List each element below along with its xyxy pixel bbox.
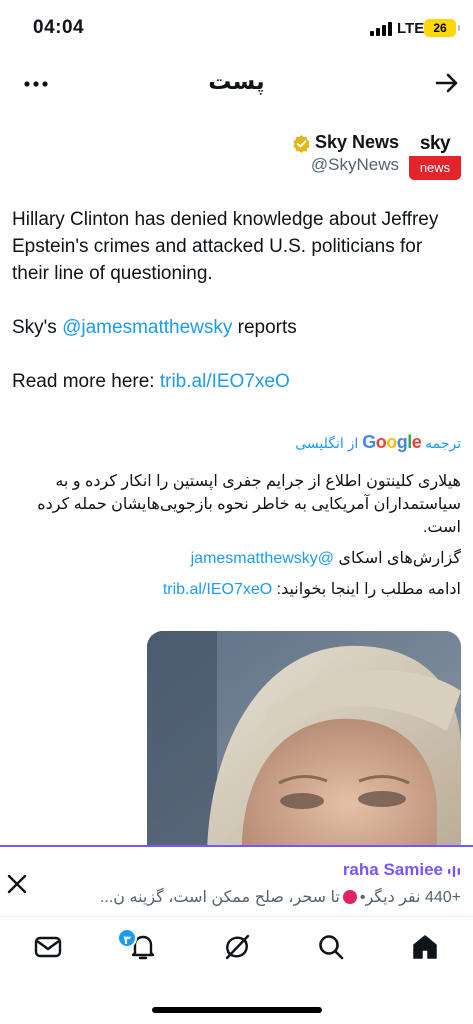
tweet-body: Hillary Clinton has denied knowledge abo…: [12, 206, 452, 422]
translated-article-link[interactable]: trib.al/IEO7xeO: [163, 581, 272, 598]
audio-wave-icon: [448, 866, 460, 877]
close-icon[interactable]: [6, 873, 28, 895]
translated-paragraph-2: گزارش‌های اسکای @jamesmatthewsky: [190, 550, 461, 567]
author-handle: @SkyNews: [310, 155, 399, 174]
status-bar: 04:04 LTE 26: [0, 0, 473, 56]
tweet-image[interactable]: [147, 631, 461, 861]
avatar-logo-top: sky: [409, 132, 461, 156]
messages-icon[interactable]: [33, 932, 63, 962]
translated-paragraph-3: ادامه مطلب را اینجا بخوانید: trib.al/IEO…: [162, 581, 461, 598]
home-indicator: [152, 1007, 322, 1013]
header: پست: [0, 56, 473, 112]
google-logo: Google: [362, 432, 422, 452]
translated-paragraph-1: هیلاری کلینتون اطلاع از جرایم جفری اپستی…: [37, 473, 461, 536]
bottom-nav: ۳: [0, 918, 473, 980]
verified-badge-icon: [293, 134, 310, 153]
grok-icon[interactable]: [222, 932, 252, 962]
article-link[interactable]: trib.al/IEO7xeO: [160, 371, 290, 392]
tweet-text: Sky's: [12, 317, 63, 338]
back-arrow-icon[interactable]: [434, 70, 460, 96]
space-host-name: raha Samiee: [342, 860, 443, 879]
mention-link[interactable]: @jamesmatthewsky: [62, 317, 232, 338]
translated-mention-link[interactable]: @jamesmatthewsky: [191, 550, 334, 567]
translate-label: ترجمه: [425, 435, 461, 451]
network-label: LTE: [397, 20, 425, 37]
live-space-bar[interactable]: raha Samiee +440 نفر دیگر•تا سحر، صلح مم…: [0, 845, 473, 917]
tweet-text: reports: [232, 317, 297, 338]
tweet-paragraph-1: Hillary Clinton has denied knowledge abo…: [12, 209, 439, 284]
photo-illustration: [147, 631, 461, 861]
status-time: 04:04: [33, 17, 85, 38]
avatar[interactable]: sky news: [409, 132, 461, 180]
red-circle-icon: [342, 890, 357, 904]
page-title: پست: [208, 68, 265, 94]
translate-source-label: از انگلیسی: [295, 435, 359, 451]
space-description: +440 نفر دیگر•تا سحر، صلح ممکن است، گزین…: [99, 889, 461, 906]
battery-icon: 26: [424, 19, 460, 37]
tweet-text: Read more here:: [12, 371, 160, 392]
tweet-author[interactable]: sky news Sky News @SkyNews: [0, 128, 473, 182]
tweet-paragraph-3: Read more here: trib.al/IEO7xeO: [12, 368, 452, 395]
tweet-paragraph-2: Sky's @jamesmatthewsky reports: [12, 314, 452, 341]
notifications-badge: ۳: [117, 928, 137, 948]
home-icon[interactable]: [410, 932, 440, 962]
avatar-logo-bottom: news: [409, 156, 461, 180]
translated-text: هیلاری کلینتون اطلاع از جرایم جفری اپستی…: [11, 470, 461, 609]
author-name[interactable]: Sky News: [315, 132, 399, 153]
search-icon[interactable]: [316, 932, 346, 962]
translation-attribution[interactable]: ترجمه Google از انگلیسی: [295, 432, 461, 453]
signal-icon: [370, 22, 392, 36]
